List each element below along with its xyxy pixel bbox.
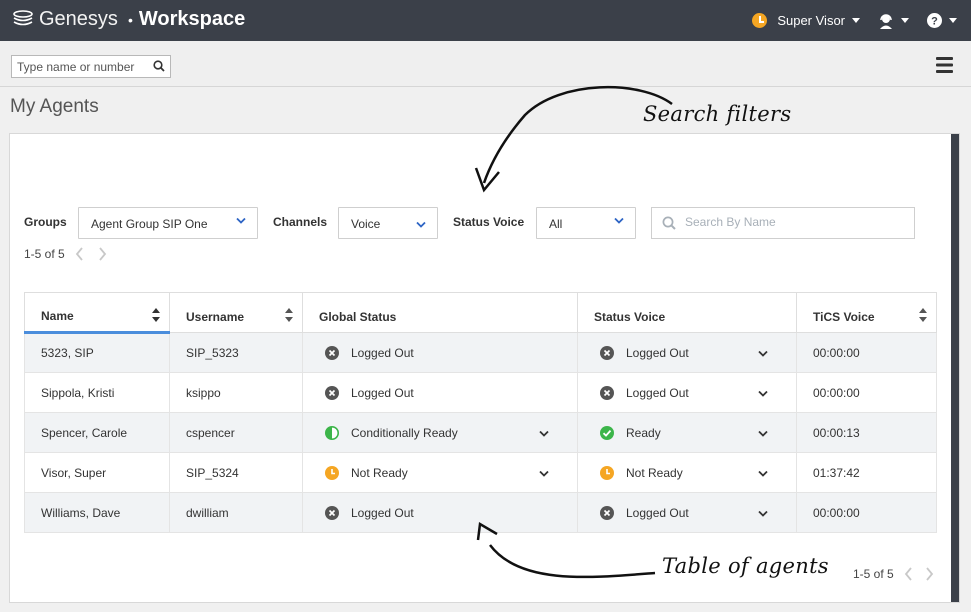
annotation-arrows [474,85,673,579]
annotation-table-of-agents: Table of agents [662,554,829,578]
arrow-to-table [489,544,656,579]
annotation-search-filters: Search filters [643,102,792,126]
arrowhead-table [476,521,498,541]
